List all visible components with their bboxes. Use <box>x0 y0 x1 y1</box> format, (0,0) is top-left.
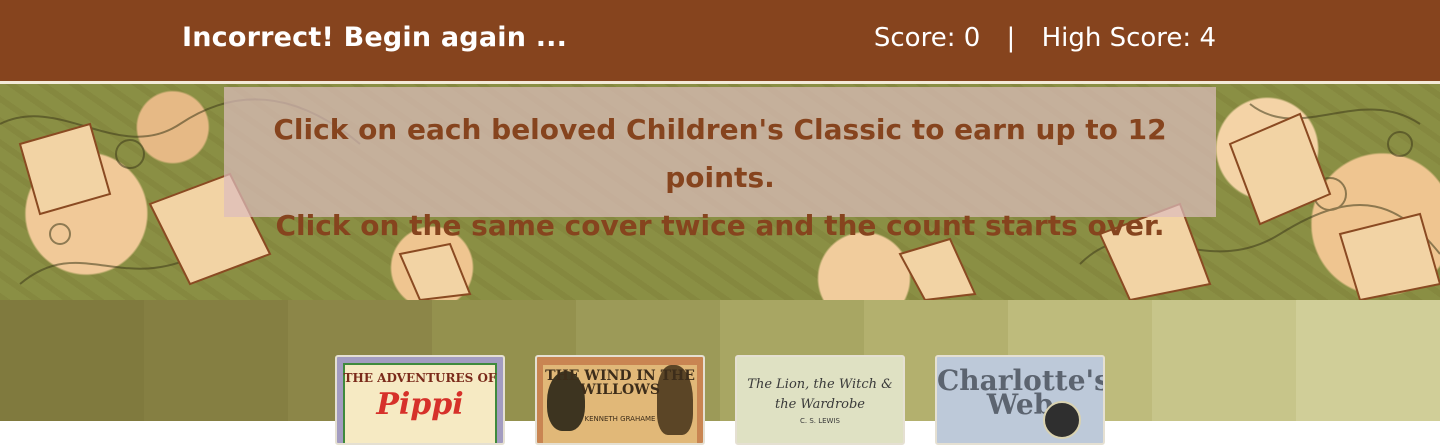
instructions-line-2: Click on the same cover twice and the co… <box>275 209 1165 242</box>
instructions-line-1: Click on each beloved Children's Classic… <box>273 113 1167 194</box>
top-navbar: Incorrect! Begin again ... Score: 0 | Hi… <box>0 0 1440 84</box>
book-card-author: C. S. LEWIS <box>800 417 840 425</box>
board-stripe <box>144 300 288 421</box>
score-label: Score: <box>873 23 956 53</box>
book-card-big-title: Pippi <box>376 387 464 422</box>
score-separator: | <box>1006 23 1016 53</box>
book-cards-grid: THE ADVENTURES OF Pippi THE WIND IN THE … <box>335 355 1105 445</box>
book-card-lion-witch[interactable]: The Lion, the Witch & the Wardrobe C. S.… <box>735 355 905 445</box>
score-value: 0 <box>963 23 981 53</box>
book-card-title: The Lion, the Witch & the Wardrobe <box>747 377 893 412</box>
scoreboard: Score: 0 | High Score: 4 <box>874 23 1216 53</box>
hero-banner: Click on each beloved Children's Classic… <box>0 84 1440 300</box>
high-score-value: 4 <box>1199 23 1216 53</box>
board-stripe <box>0 300 144 421</box>
high-score-label: High Score: <box>1041 23 1192 53</box>
book-card-title: THE WIND IN THE WILLOWS <box>545 368 695 398</box>
book-card-wind-willows[interactable]: THE WIND IN THE WILLOWS KENNETH GRAHAME <box>535 355 705 445</box>
game-status-message: Incorrect! Begin again ... <box>182 22 568 53</box>
board-stripe <box>1296 300 1440 421</box>
book-card-charlottes-web[interactable]: Charlotte's Web <box>935 355 1105 445</box>
book-card-pippi[interactable]: THE ADVENTURES OF Pippi <box>335 355 505 445</box>
book-card-author: KENNETH GRAHAME <box>584 415 656 423</box>
award-seal-icon <box>1043 401 1081 439</box>
board-stripe <box>1152 300 1296 421</box>
book-card-title: THE ADVENTURES OF <box>343 371 497 385</box>
instructions-panel: Click on each beloved Children's Classic… <box>224 87 1216 242</box>
